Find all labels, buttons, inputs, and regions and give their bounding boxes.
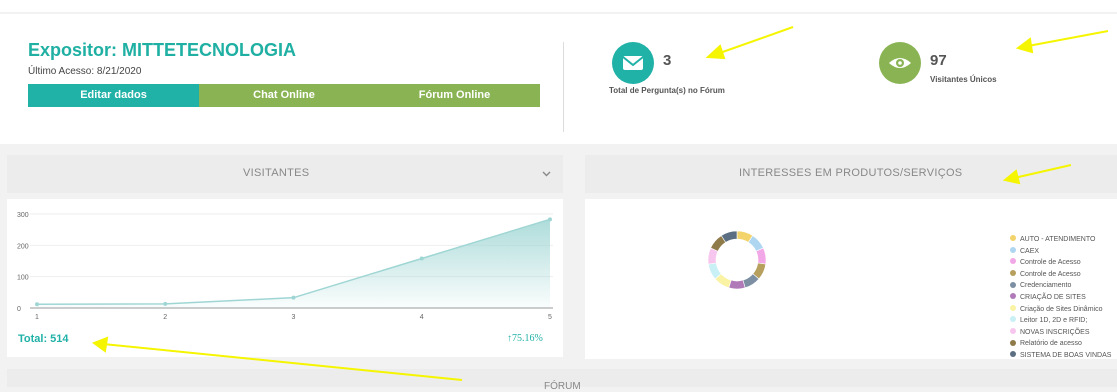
legend-label: SISTEMA DE BOAS VINDAS — [1020, 352, 1112, 359]
donut-slice — [728, 279, 746, 290]
area-fill — [37, 219, 550, 308]
legend-swatch — [1010, 327, 1016, 334]
legend-item: SISTEMA DE BOAS VINDAS — [1010, 351, 1111, 361]
top-bar — [0, 0, 1117, 12]
legend-label: AUTO - ATENDIMENTO — [1020, 236, 1096, 243]
legend-swatch — [1010, 293, 1016, 300]
interests-donut-chart — [707, 230, 767, 290]
data-point — [548, 217, 552, 222]
y-tick-label: 0 — [17, 306, 21, 313]
data-point — [419, 256, 424, 261]
legend-label: CRIAÇÃO DE SITES — [1020, 294, 1086, 301]
legend-item: AUTO - ATENDIMENTO — [1010, 235, 1095, 245]
x-tick-label: 4 — [420, 314, 424, 321]
legend-swatch — [1010, 246, 1016, 253]
legend-label: Controle de Acesso — [1020, 270, 1081, 278]
data-point — [163, 301, 168, 306]
visitors-count: 97 — [930, 52, 947, 69]
y-tick-label: 100 — [17, 275, 29, 282]
y-tick-label: 200 — [17, 243, 29, 250]
legend-label: NOVAS INSCRIÇÕES — [1020, 328, 1090, 336]
legend-swatch — [1010, 269, 1016, 276]
legend-item: NOVAS INSCRIÇÕES — [1010, 327, 1090, 338]
legend-swatch — [1010, 304, 1016, 311]
visitors-label: Visitantes Únicos — [930, 75, 997, 84]
eye-icon — [879, 42, 921, 84]
x-tick-label: 1 — [35, 314, 39, 321]
legend-label: Leitor 1D, 2D e RFID; — [1020, 317, 1088, 325]
legend-item: Controle de Acesso — [1010, 258, 1081, 268]
x-tick-label: 2 — [163, 314, 167, 321]
legend-label: Credenciamento — [1020, 282, 1072, 290]
x-tick-label: 3 — [292, 314, 296, 321]
visitors-panel-header[interactable]: VISITANTES — [7, 155, 563, 193]
x-tick-label: 5 — [548, 314, 552, 321]
donut-slice — [755, 247, 767, 265]
legend-item: Criação de Sites Dinâmico — [1010, 304, 1103, 315]
questions-label: Total de Pergunta(s) no Fórum — [609, 86, 725, 95]
legend-swatch — [1010, 351, 1016, 358]
interests-panel-header: INTERESSES EM PRODUTOS/SERVIÇOS — [585, 155, 1117, 193]
page-title: Expositor: MITTETECNOLOGIA — [28, 40, 296, 60]
visitors-chart: 0 100 200 300 1 2 3 4 5 — [17, 212, 553, 321]
data-point — [35, 302, 39, 307]
data-point — [291, 295, 296, 300]
questions-count: 3 — [663, 52, 672, 69]
visitors-growth: ↑75.16% — [507, 333, 543, 344]
envelope-icon — [612, 42, 654, 84]
legend-item: Controle de Acesso — [1010, 269, 1081, 280]
legend-swatch — [1010, 339, 1016, 346]
legend-item: Relatório de acesso — [1010, 339, 1082, 349]
legend-swatch — [1010, 316, 1016, 323]
chat-online-button[interactable]: Chat Online — [199, 84, 369, 107]
interests-panel-title: INTERESSES EM PRODUTOS/SERVIÇOS — [739, 167, 963, 179]
legend-item: Credenciamento — [1010, 281, 1071, 291]
visitors-total: Total: 514 — [18, 333, 69, 345]
y-tick-label: 300 — [17, 212, 29, 219]
divider — [563, 42, 564, 132]
visitors-panel-title: VISITANTES — [243, 167, 310, 179]
legend-label: Relatório de acesso — [1020, 340, 1082, 348]
expositor-card: Expositor: MITTETECNOLOGIA Último Acesso… — [0, 14, 1117, 144]
legend-item: CRIAÇÃO DE SITES — [1010, 293, 1086, 303]
forum-online-button[interactable]: Fórum Online — [369, 84, 540, 107]
legend-swatch — [1010, 258, 1016, 265]
chevron-down-icon[interactable] — [542, 169, 551, 180]
legend-item: Leitor 1D, 2D e RFID; — [1010, 316, 1087, 326]
legend-swatch — [1010, 235, 1016, 242]
legend-item: CAEX — [1010, 246, 1040, 257]
edit-data-button[interactable]: Editar dados — [28, 84, 199, 107]
legend-label: CAEX — [1020, 247, 1040, 255]
legend-label: Criação de Sites Dinâmico — [1020, 305, 1103, 313]
last-access-text: Último Acesso: 8/21/2020 — [28, 66, 142, 77]
legend-label: Controle de Acesso — [1020, 259, 1081, 267]
legend-swatch — [1010, 281, 1016, 288]
visitors-growth-value: 75.16% — [512, 333, 543, 344]
